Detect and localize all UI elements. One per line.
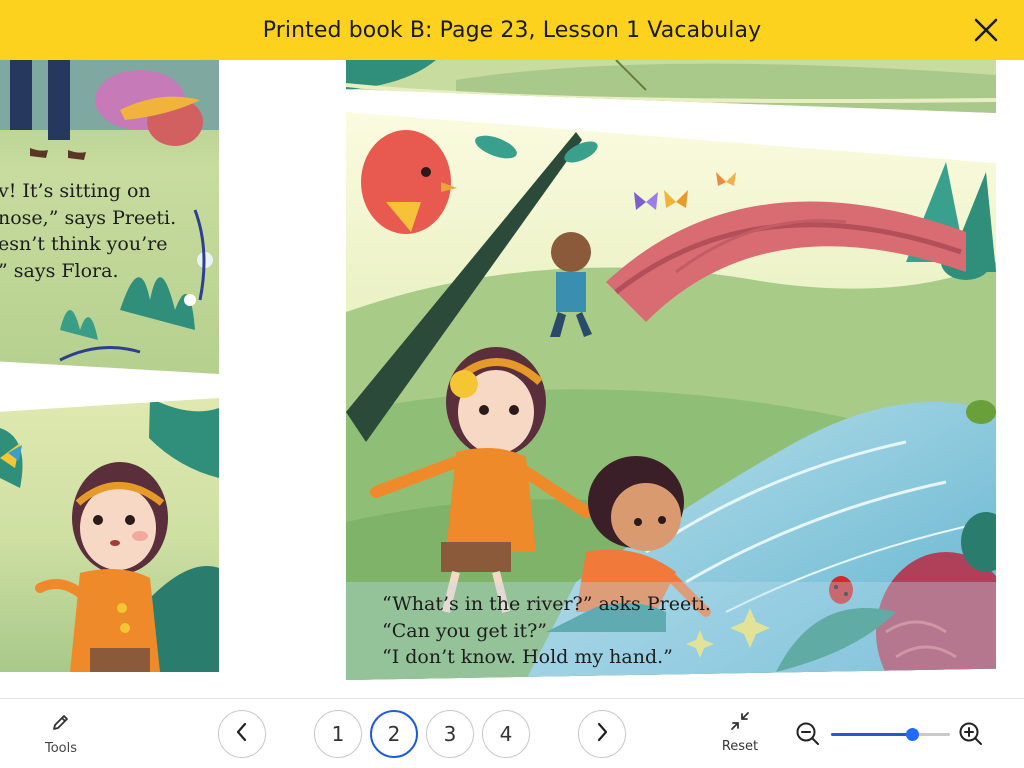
zoom-in-icon[interactable]	[958, 721, 984, 747]
page-button-2-current[interactable]: 2	[370, 710, 418, 758]
left-page-bottom	[0, 398, 219, 672]
reset-button[interactable]: Reset	[716, 709, 764, 754]
pencil-icon	[38, 711, 84, 737]
page-button-4[interactable]: 4	[482, 710, 530, 758]
left-page-text: v! It’s sitting on nose,” says Preeti. e…	[0, 178, 176, 284]
next-page-button[interactable]	[578, 710, 626, 758]
left-page-bottom-illustration	[0, 398, 219, 672]
page-title: Printed book B: Page 23, Lesson 1 Vacabu…	[262, 17, 762, 43]
left-text-line: nose,” says Preeti.	[0, 206, 177, 229]
page-button-3[interactable]: 3	[426, 710, 474, 758]
right-page-top-illustration	[346, 60, 996, 113]
book-viewer[interactable]: v! It’s sitting on nose,” says Preeti. e…	[0, 60, 1024, 698]
zoom-slider[interactable]	[831, 728, 950, 741]
main-text-line: “Can you get it?”	[382, 619, 547, 642]
collapse-arrows-icon	[716, 709, 764, 737]
header-bar: Printed book B: Page 23, Lesson 1 Vacabu…	[0, 0, 1024, 60]
tools-label: Tools	[44, 741, 78, 756]
main-page-text: “What’s in the river?” asks Preeti. “Can…	[382, 591, 711, 671]
left-text-line: ” says Flora.	[0, 259, 119, 282]
chevron-left-icon	[234, 721, 250, 747]
page-button-1[interactable]: 1	[314, 710, 362, 758]
reset-label: Reset	[721, 739, 759, 754]
chevron-right-icon	[594, 721, 610, 747]
tools-button[interactable]: Tools	[38, 711, 84, 756]
left-text-line: esn’t think you’re	[0, 233, 168, 255]
main-text-line: “What’s in the river?” asks Preeti.	[382, 593, 711, 615]
main-text-line: “I don’t know. Hold my hand.”	[382, 646, 673, 668]
zoom-slider-thumb[interactable]	[905, 728, 919, 741]
zoom-out-icon[interactable]	[795, 721, 821, 747]
main-page: “What’s in the river?” asks Preeti. “Can…	[346, 112, 996, 680]
close-icon[interactable]	[972, 16, 1000, 44]
left-text-line: v! It’s sitting on	[0, 180, 151, 202]
zoom-slider-fill	[831, 733, 912, 736]
bottom-toolbar: Tools 1 2 3 4 Reset	[0, 698, 1024, 768]
previous-page-button[interactable]	[218, 710, 266, 758]
right-page-top-strip	[346, 60, 996, 113]
left-page-top: v! It’s sitting on nose,” says Preeti. e…	[0, 60, 219, 374]
